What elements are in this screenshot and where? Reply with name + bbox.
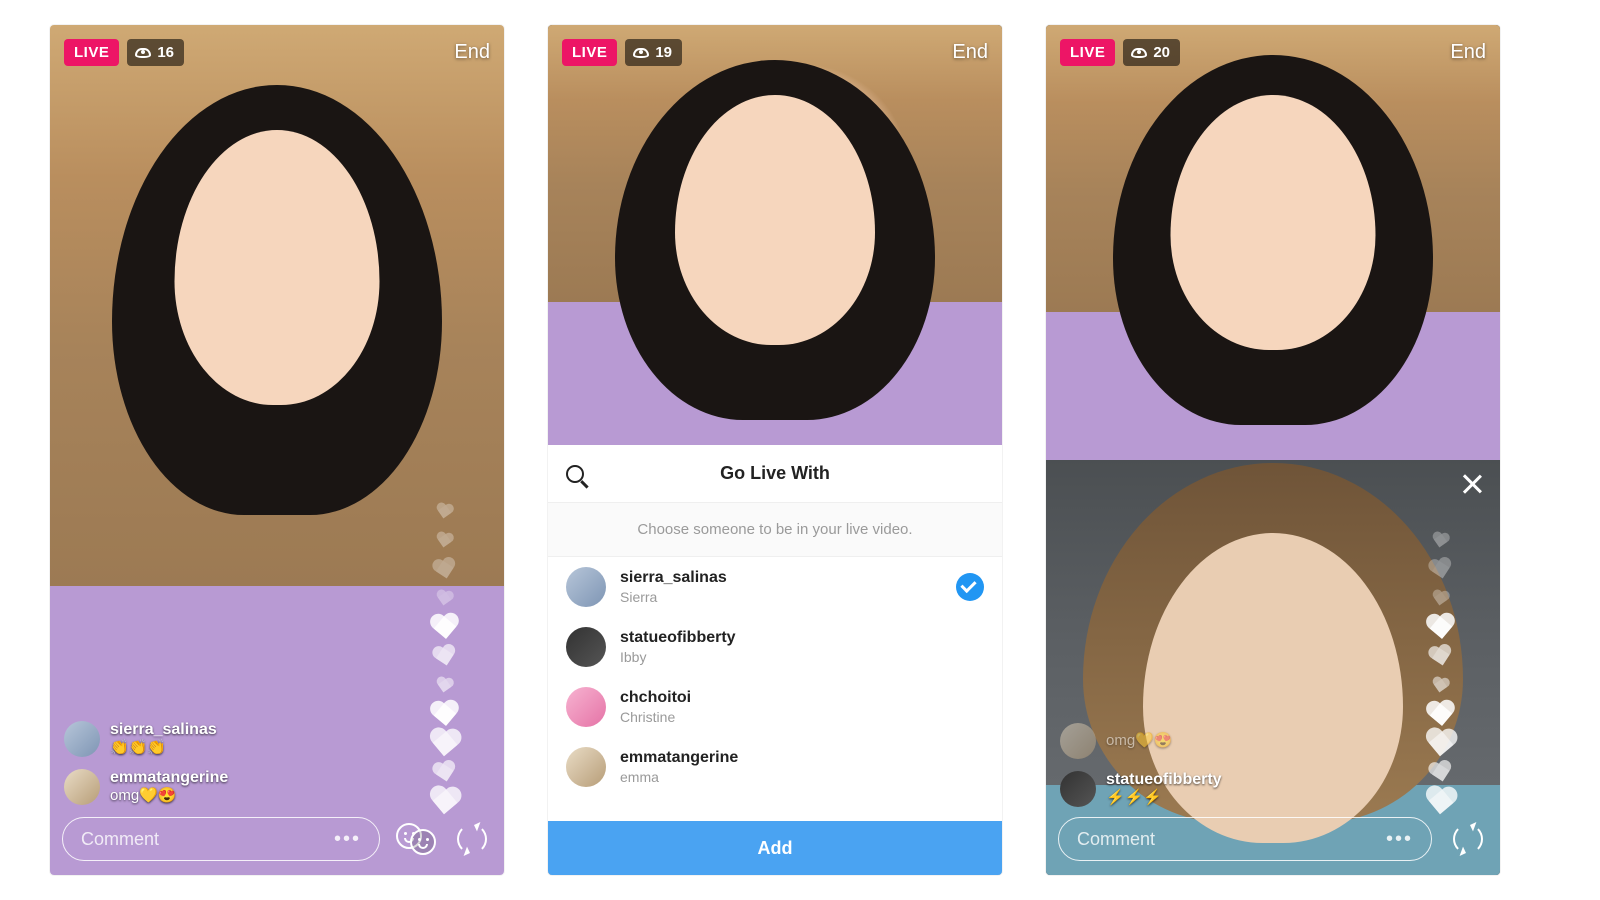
switch-camera-button[interactable] — [452, 819, 492, 859]
end-button[interactable]: End — [454, 41, 490, 64]
user-row[interactable]: emmatangerine emma — [548, 737, 1002, 797]
broadcast-preview: LIVE 19 End — [548, 25, 1002, 445]
bottom-bar: Comment ••• — [62, 817, 492, 861]
user-row[interactable]: sierra_salinas Sierra — [548, 557, 1002, 617]
display-name: Christine — [620, 709, 691, 725]
username: statueofibberty — [620, 629, 736, 647]
username: sierra_salinas — [620, 569, 727, 587]
search-icon — [566, 465, 584, 483]
bottom-bar: Comment ••• — [1058, 817, 1488, 861]
comment-text: ⚡⚡⚡ — [1106, 789, 1222, 806]
switch-camera-icon — [454, 821, 490, 857]
two-faces-icon — [396, 819, 436, 859]
selected-check-icon — [956, 573, 984, 601]
live-badge: LIVE — [1060, 39, 1115, 66]
more-options-icon[interactable]: ••• — [1386, 828, 1413, 851]
display-name: Ibby — [620, 649, 736, 665]
comment-placeholder: Comment — [81, 829, 159, 850]
username: chchoitoi — [620, 689, 691, 707]
go-live-with-sheet: Go Live With Choose someone to be in you… — [548, 445, 1002, 875]
sheet-subtitle: Choose someone to be in your live video. — [548, 503, 1002, 557]
avatar — [566, 627, 606, 667]
comment-user: sierra_salinas — [110, 721, 217, 739]
user-row[interactable]: statueofibberty Ibby — [548, 617, 1002, 677]
viewer-count: 20 — [1153, 44, 1170, 61]
sheet-title: Go Live With — [720, 463, 830, 484]
top-bar: LIVE 20 End — [1060, 39, 1486, 66]
screen-go-live-with-picker: LIVE 19 End Go Live With Choose someone … — [548, 25, 1002, 875]
viewer-count-badge[interactable]: 20 — [1123, 39, 1180, 66]
comment-input[interactable]: Comment ••• — [62, 817, 380, 861]
broadcaster-pane: LIVE 20 End — [1046, 25, 1500, 460]
comment-user: statueofibberty — [1106, 771, 1222, 789]
live-comments: sierra_salinas 👏👏👏 emmatangerine omg💛😍 — [64, 721, 228, 805]
add-button[interactable]: Add — [548, 821, 1002, 875]
live-comment: emmatangerine omg💛😍 — [64, 769, 228, 805]
add-guest-button[interactable] — [396, 819, 436, 859]
comment-text: 👏👏👏 — [110, 739, 217, 756]
eye-icon — [1131, 48, 1147, 58]
username: emmatangerine — [620, 749, 738, 767]
display-name: emma — [620, 769, 738, 785]
end-button[interactable]: End — [952, 41, 988, 64]
live-comment: omg💛😍 — [1060, 723, 1222, 759]
avatar — [64, 769, 100, 805]
hearts-stream — [1390, 527, 1490, 815]
more-options-icon[interactable]: ••• — [334, 828, 361, 851]
viewer-count: 16 — [157, 44, 174, 61]
viewer-count-badge[interactable]: 16 — [127, 39, 184, 66]
comment-placeholder: Comment — [1077, 829, 1155, 850]
avatar — [64, 721, 100, 757]
comment-text: omg💛😍 — [1106, 732, 1173, 749]
live-badge: LIVE — [64, 39, 119, 66]
live-comment: sierra_salinas 👏👏👏 — [64, 721, 228, 757]
hearts-stream — [394, 498, 494, 815]
guest-pane: omg💛😍 statueofibberty ⚡⚡⚡ Comment — [1046, 460, 1500, 875]
viewer-count: 19 — [655, 44, 672, 61]
avatar — [1060, 771, 1096, 807]
comment-user: emmatangerine — [110, 769, 228, 787]
switch-camera-icon — [1450, 821, 1486, 857]
screen-live-broadcast: LIVE 16 End sierra_salinas 👏👏� — [50, 25, 504, 875]
end-button[interactable]: End — [1450, 41, 1486, 64]
search-button[interactable] — [566, 465, 584, 483]
live-comments: omg💛😍 statueofibberty ⚡⚡⚡ — [1060, 723, 1222, 807]
viewer-count-badge[interactable]: 19 — [625, 39, 682, 66]
comment-input[interactable]: Comment ••• — [1058, 817, 1432, 861]
sheet-header: Go Live With — [548, 445, 1002, 503]
avatar — [1060, 723, 1096, 759]
display-name: Sierra — [620, 589, 727, 605]
avatar — [566, 687, 606, 727]
comment-text: omg💛😍 — [110, 787, 228, 804]
eye-icon — [633, 48, 649, 58]
live-badge: LIVE — [562, 39, 617, 66]
switch-camera-button[interactable] — [1448, 819, 1488, 859]
avatar — [566, 567, 606, 607]
remove-guest-button[interactable] — [1458, 470, 1486, 498]
avatar — [566, 747, 606, 787]
user-list: sierra_salinas Sierra statueofibberty Ib… — [548, 557, 1002, 797]
screen-split-live: LIVE 20 End — [1046, 25, 1500, 875]
eye-icon — [135, 48, 151, 58]
live-comment: statueofibberty ⚡⚡⚡ — [1060, 771, 1222, 807]
top-bar: LIVE 19 End — [562, 39, 988, 66]
top-bar: LIVE 16 End — [64, 39, 490, 66]
user-row[interactable]: chchoitoi Christine — [548, 677, 1002, 737]
